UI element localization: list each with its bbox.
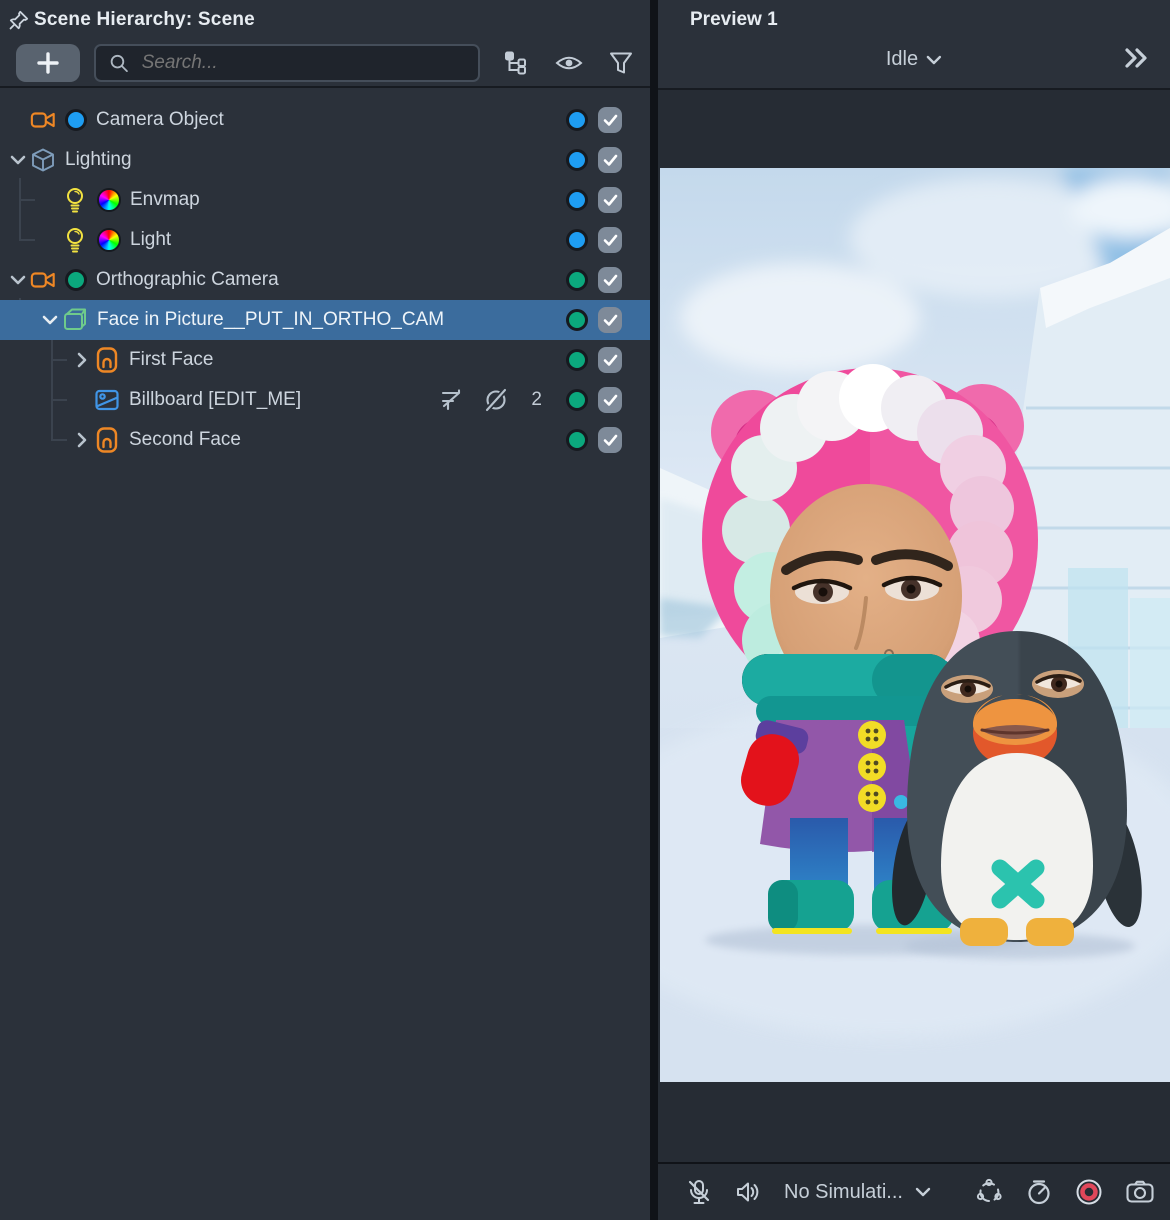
preview-header: Preview 1 Idle (658, 0, 1170, 90)
tree-row-second-face[interactable]: Second Face (0, 420, 650, 460)
hierarchy-view-icon[interactable] (502, 49, 530, 77)
chevron-down-icon[interactable] (38, 315, 62, 325)
chevron-down-icon[interactable] (6, 155, 30, 165)
scene-tree: Camera Object Lighting Envmap (0, 100, 650, 460)
chevron-down-icon[interactable] (6, 275, 30, 285)
enabled-dot[interactable] (566, 309, 588, 331)
motion-orbit-icon[interactable] (975, 1178, 1003, 1206)
enabled-dot[interactable] (566, 389, 588, 411)
visibility-checkbox[interactable] (598, 187, 622, 213)
tree-row-camera-object[interactable]: Camera Object (0, 100, 650, 140)
visibility-checkbox[interactable] (598, 427, 622, 453)
visibility-checkbox[interactable] (598, 267, 622, 293)
tree-item-label: Lighting (65, 149, 132, 171)
push-pin-icon[interactable] (8, 9, 30, 31)
camera-live-dot (65, 109, 87, 131)
slashed-circle-icon (483, 387, 509, 413)
search-input[interactable] (140, 51, 466, 75)
enabled-dot[interactable] (566, 429, 588, 451)
visibility-checkbox[interactable] (598, 107, 622, 133)
tree-row-lighting[interactable]: Lighting (0, 140, 650, 180)
panel-title: Scene Hierarchy: Scene (34, 9, 255, 31)
face-frame-icon (94, 427, 120, 453)
interaction-state-dropdown[interactable]: Idle (886, 48, 942, 71)
tree-item-label: Camera Object (96, 109, 224, 131)
tree-item-label: Light (130, 229, 171, 251)
scene-hierarchy-header: Scene Hierarchy: Scene (0, 0, 650, 40)
chevron-right-icon[interactable] (70, 432, 94, 448)
enabled-dot[interactable] (566, 229, 588, 251)
camera-preview-image[interactable] (660, 168, 1170, 1082)
tree-row-billboard[interactable]: Billboard [EDIT_ME] 2 (0, 380, 650, 420)
tree-row-orthographic-camera[interactable]: Orthographic Camera (0, 260, 650, 300)
enabled-dot[interactable] (566, 149, 588, 171)
visibility-checkbox[interactable] (598, 307, 622, 333)
coat-buttons (858, 721, 886, 812)
tree-row-light[interactable]: Light (0, 220, 650, 260)
light-bulb-icon (62, 187, 88, 213)
penguin-x-mark (1000, 868, 1036, 900)
simulation-value: No Simulati... (784, 1181, 903, 1204)
box-icon (62, 307, 88, 333)
tree-item-label: Face in Picture__PUT_IN_ORTHO_CAM (97, 309, 444, 331)
snapshot-camera-icon[interactable] (1125, 1179, 1155, 1205)
camera-icon (30, 267, 56, 293)
chevron-down-icon (926, 55, 942, 65)
billboard-image-icon (94, 387, 120, 413)
tree-item-label: Second Face (129, 429, 241, 451)
camera-icon (30, 107, 56, 133)
microphone-muted-icon[interactable] (686, 1178, 712, 1206)
enabled-dot[interactable] (566, 109, 588, 131)
visibility-checkbox[interactable] (598, 147, 622, 173)
stopwatch-icon[interactable] (1025, 1178, 1053, 1206)
visibility-checkbox[interactable] (598, 227, 622, 253)
preview-toolbar: No Simulati... (658, 1162, 1170, 1220)
filter-funnel-icon[interactable] (608, 50, 634, 76)
scene-hierarchy-panel: Scene Hierarchy: Scene (0, 0, 650, 1220)
visibility-eye-icon[interactable] (554, 50, 584, 76)
search-icon (108, 51, 130, 75)
enabled-dot[interactable] (566, 189, 588, 211)
visibility-checkbox[interactable] (598, 387, 622, 413)
tree-item-label: Billboard [EDIT_ME] (129, 389, 301, 411)
color-wheel-icon (97, 188, 121, 212)
visibility-checkbox[interactable] (598, 347, 622, 373)
state-value: Idle (886, 48, 918, 71)
cube-icon (30, 147, 56, 173)
camera-live-dot (65, 269, 87, 291)
speaker-icon[interactable] (734, 1179, 762, 1205)
simulation-dropdown[interactable]: No Simulati... (784, 1181, 931, 1204)
preview-title: Preview 1 (690, 9, 778, 31)
tree-row-first-face[interactable]: First Face (0, 340, 650, 380)
scene-hierarchy-controls (0, 40, 650, 88)
add-object-button[interactable] (16, 44, 80, 82)
tree-row-envmap[interactable]: Envmap (0, 180, 650, 220)
tree-item-label: First Face (129, 349, 213, 371)
face-frame-icon (94, 347, 120, 373)
tree-item-label: Envmap (130, 189, 200, 211)
tree-row-face-in-picture[interactable]: Face in Picture__PUT_IN_ORTHO_CAM (0, 300, 650, 340)
billboard-count: 2 (531, 389, 542, 411)
search-input-wrap[interactable] (94, 44, 480, 82)
light-bulb-icon (62, 227, 88, 253)
record-icon[interactable] (1075, 1178, 1103, 1206)
expand-panel-button[interactable] (1122, 46, 1150, 70)
sort-order-icon (439, 387, 465, 413)
panel-divider[interactable] (650, 0, 658, 1220)
preview-panel: Preview 1 Idle (658, 0, 1170, 1220)
chevron-down-icon (915, 1187, 931, 1197)
chevron-right-icon[interactable] (70, 352, 94, 368)
tree-item-label: Orthographic Camera (96, 269, 279, 291)
color-wheel-icon (97, 228, 121, 252)
enabled-dot[interactable] (566, 349, 588, 371)
enabled-dot[interactable] (566, 269, 588, 291)
